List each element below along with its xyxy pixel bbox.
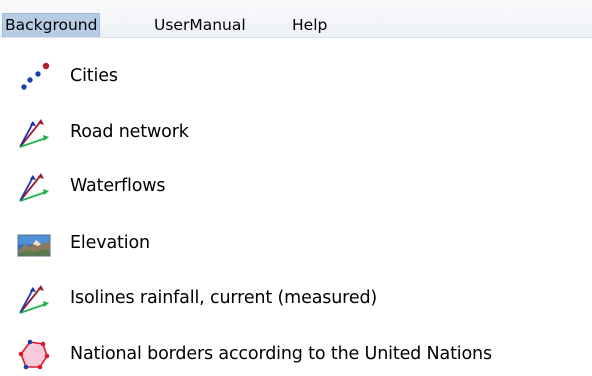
menu-item-waterflows[interactable]: Waterflows (0, 166, 592, 206)
menu-item-label: Waterflows (70, 176, 166, 196)
polygon-icon (17, 338, 51, 372)
vector-lines-icon (17, 282, 51, 316)
menu-item-elevation[interactable]: Elevation (0, 223, 592, 263)
menu-usermanual[interactable]: UserManual (152, 13, 248, 37)
landscape-raster-icon (17, 227, 51, 261)
menu-item-road-network[interactable]: Road network (0, 112, 592, 152)
menu-item-label: Isolines rainfall, current (measured) (70, 288, 378, 308)
menu-item-isolines-rainfall[interactable]: Isolines rainfall, current (measured) (0, 278, 592, 318)
menu-item-label: Cities (70, 66, 118, 86)
menu-item-cities[interactable]: Cities (0, 56, 592, 96)
menu-background[interactable]: Background (2, 13, 101, 37)
menu-item-label: Road network (70, 122, 189, 142)
menu-bar: Background UserManual Help (0, 0, 592, 38)
menu-help[interactable]: Help (290, 13, 329, 37)
background-dropdown-menu: Cities Road network Waterflows Elevation… (0, 38, 592, 376)
vector-lines-icon (17, 116, 51, 150)
menu-item-label: Elevation (70, 233, 150, 253)
points-icon (17, 60, 51, 94)
menu-item-label: National borders according to the United… (70, 344, 492, 364)
menu-item-national-borders[interactable]: National borders according to the United… (0, 334, 592, 374)
vector-lines-icon (17, 170, 51, 204)
